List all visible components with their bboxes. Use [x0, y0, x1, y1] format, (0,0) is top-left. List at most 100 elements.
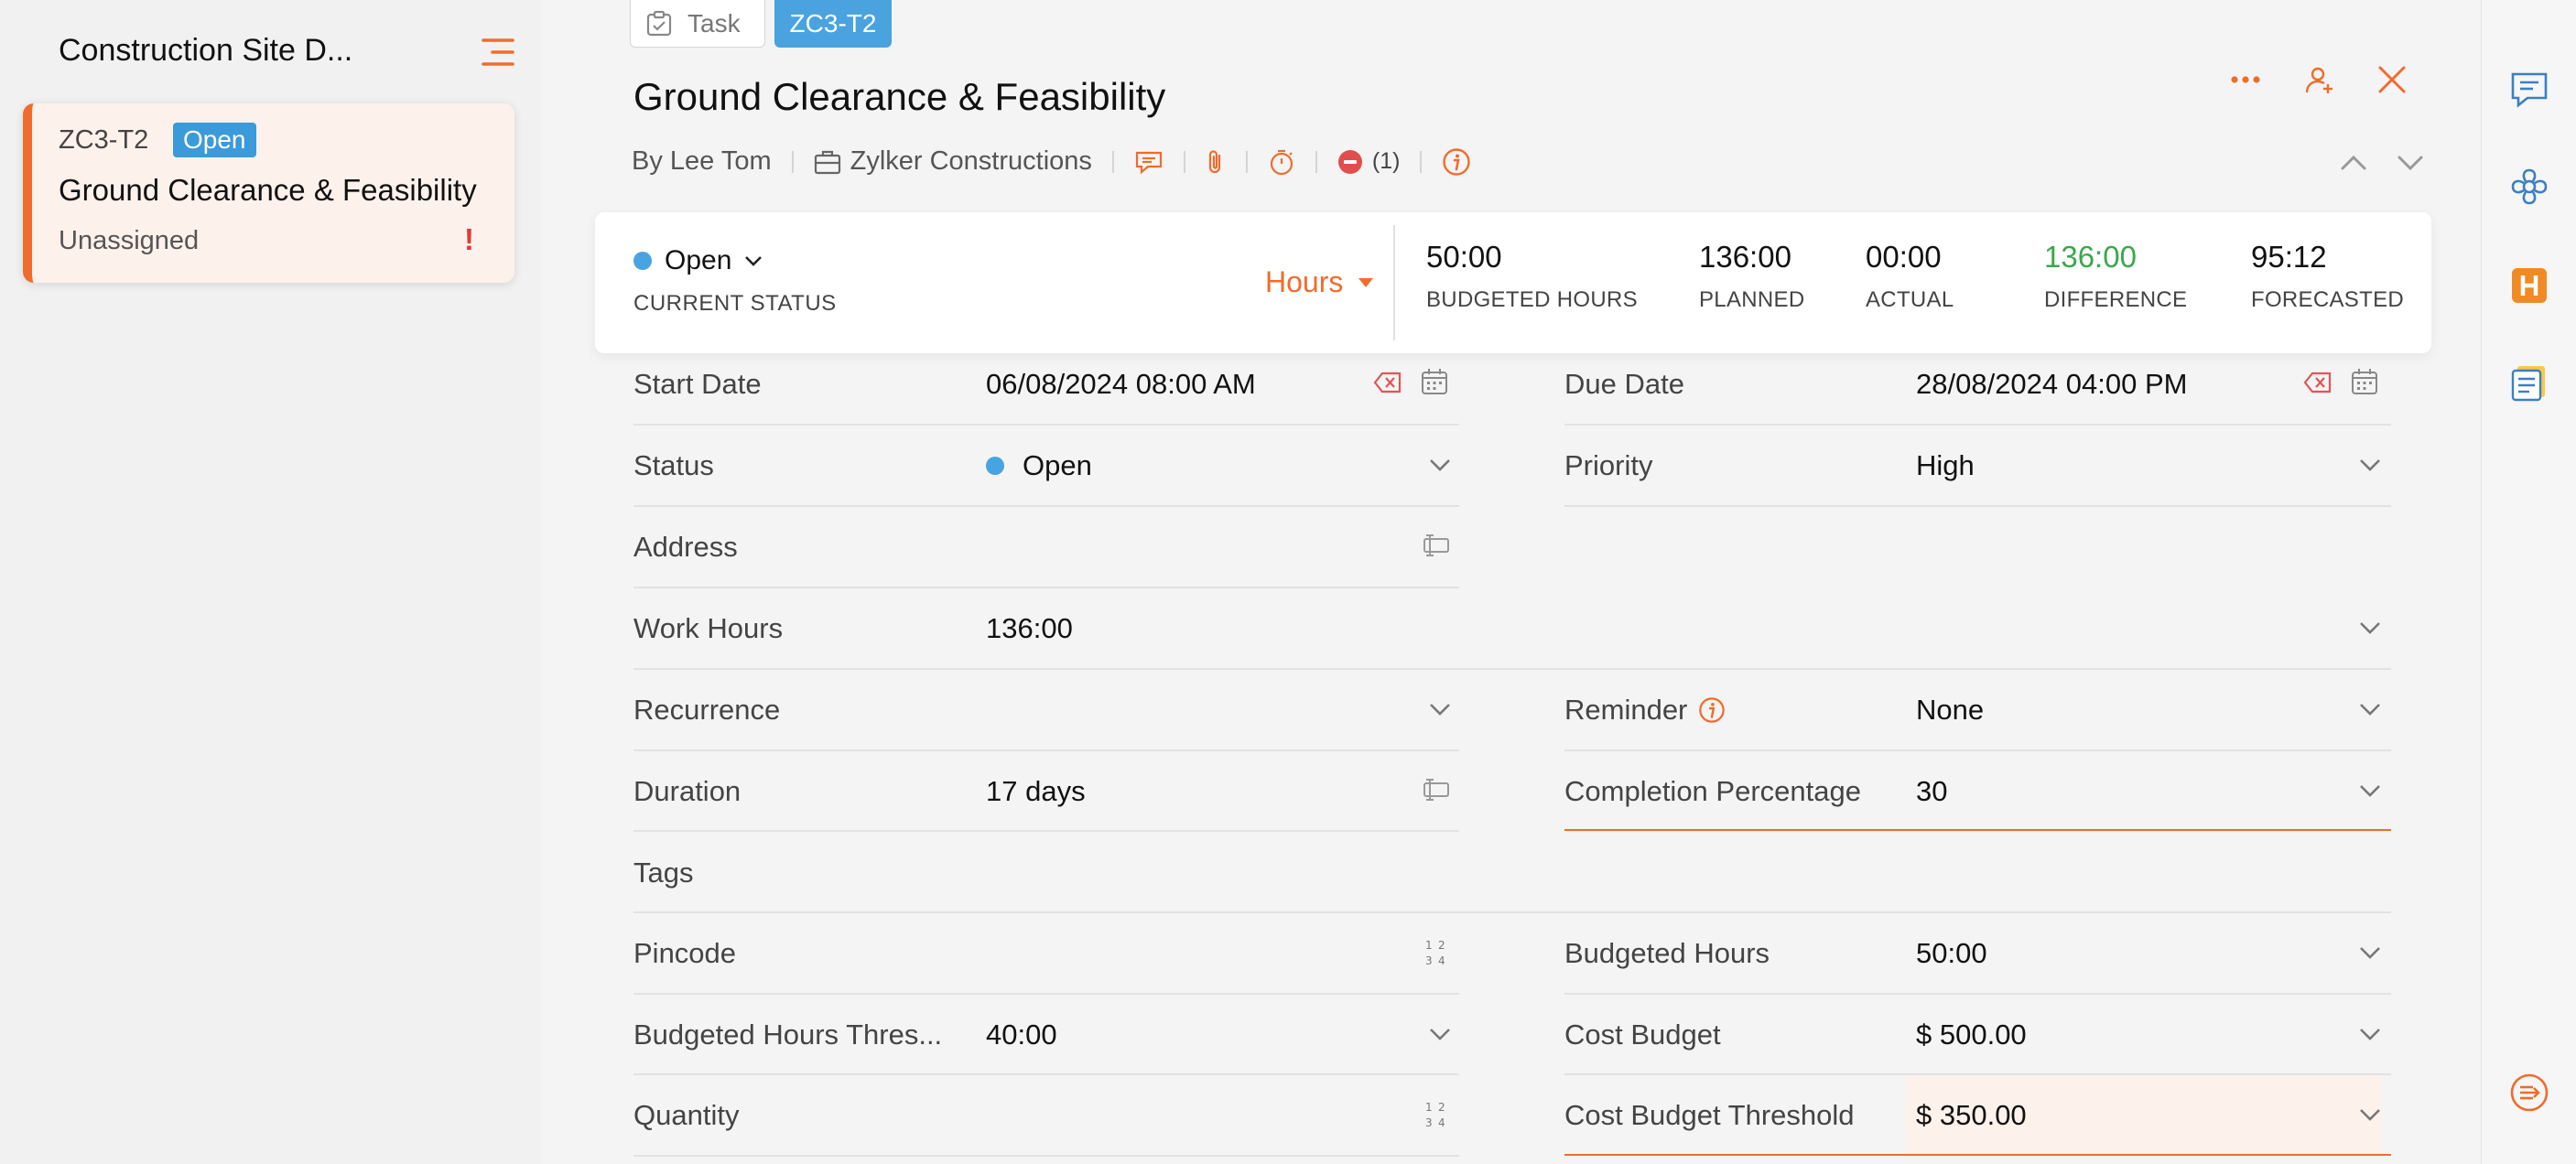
- page-title[interactable]: Ground Clearance & Feasibility: [633, 75, 1165, 119]
- pincode-label: Pincode: [633, 937, 737, 969]
- chevron-down-icon[interactable]: [2358, 620, 2382, 635]
- task-code: ZC3-T2: [59, 125, 149, 155]
- reminder-field[interactable]: None: [1916, 694, 1984, 727]
- chevron-down-icon[interactable]: [2397, 152, 2424, 174]
- status-label: Status: [633, 449, 714, 481]
- divider: [1315, 150, 1317, 173]
- divider: [791, 150, 794, 173]
- active-field-underline: [1564, 1154, 2391, 1156]
- text-field-icon: [1421, 777, 1450, 806]
- divider: [1393, 225, 1395, 340]
- due-date-label: Due Date: [1564, 368, 1684, 400]
- metric-label: BUDGETED HOURS: [1426, 287, 1638, 312]
- duration-label: Duration: [633, 775, 741, 807]
- chevron-down-icon[interactable]: [2358, 702, 2382, 717]
- cost-threshold-field[interactable]: $ 350.00: [1916, 1099, 2027, 1132]
- collapse-panel-icon[interactable]: [2509, 1072, 2549, 1113]
- budgeted-hours-label: Budgeted Hours: [1564, 937, 1770, 969]
- attachment-icon[interactable]: [1206, 148, 1226, 176]
- start-date-label: Start Date: [633, 368, 762, 400]
- task-list-item[interactable]: ZC3-T2 Open Ground Clearance & Feasibili…: [23, 103, 514, 283]
- task-meta-bar: By Lee Tom Zylker Constructions (1): [632, 146, 1471, 177]
- chevron-up-icon[interactable]: [2340, 152, 2367, 174]
- quantity-label: Quantity: [633, 1099, 740, 1131]
- work-hours-label: Work Hours: [633, 612, 784, 644]
- chevron-down-icon[interactable]: [2358, 783, 2382, 798]
- current-status-dropdown[interactable]: Open: [633, 245, 763, 276]
- cost-budget-field[interactable]: $ 500.00: [1916, 1018, 2027, 1051]
- chevron-down-icon[interactable]: [2358, 945, 2382, 960]
- status-dot: [633, 252, 652, 270]
- divider: [1245, 150, 1248, 173]
- divider: [1564, 424, 2391, 426]
- budgeted-threshold-label: Budgeted Hours Thres...: [633, 1018, 943, 1051]
- divider: [1564, 749, 2391, 751]
- task-icon: [645, 10, 673, 38]
- tab-task[interactable]: Task: [630, 0, 765, 48]
- notes-icon[interactable]: [2509, 362, 2549, 403]
- chevron-down-icon[interactable]: [2358, 1107, 2382, 1122]
- start-date-field[interactable]: 06/08/2024 08:00 AM: [986, 368, 1256, 401]
- divider: [633, 1155, 1459, 1157]
- budgeted-threshold-field[interactable]: 40:00: [986, 1018, 1057, 1051]
- status-dot: [986, 457, 1004, 475]
- comment-icon[interactable]: [1134, 149, 1164, 175]
- info-icon[interactable]: [1442, 147, 1471, 177]
- metric-value: 136:00: [2044, 240, 2137, 274]
- metric-planned: 136:00 PLANNED: [1699, 240, 1804, 313]
- work-hours-field[interactable]: 136:00: [986, 612, 1073, 645]
- chevron-down-icon[interactable]: [2358, 458, 2382, 472]
- chevron-down-icon[interactable]: [1428, 458, 1452, 472]
- divider: [1564, 505, 2391, 507]
- recurrence-field[interactable]: [986, 694, 1389, 727]
- clear-icon[interactable]: [1373, 370, 1402, 399]
- svg-text:3: 3: [1425, 1116, 1433, 1129]
- unit-label: Hours: [1265, 265, 1344, 298]
- text-field-icon: [1421, 533, 1450, 562]
- chevron-down-icon[interactable]: [1428, 1027, 1452, 1041]
- clear-icon[interactable]: [2303, 370, 2332, 399]
- priority-label: Priority: [1564, 449, 1653, 481]
- chevron-down-icon[interactable]: [1428, 702, 1452, 717]
- status-field[interactable]: Open: [986, 449, 1092, 482]
- info-icon[interactable]: [1698, 696, 1726, 724]
- chat-icon[interactable]: [2509, 70, 2549, 110]
- calendar-icon[interactable]: [1421, 368, 1450, 397]
- created-by[interactable]: By Lee Tom: [632, 146, 772, 177]
- assign-user-icon[interactable]: [2303, 64, 2334, 95]
- integration-icon[interactable]: [2509, 167, 2549, 207]
- menu-icon[interactable]: [482, 37, 514, 68]
- project-title[interactable]: Construction Site D...: [59, 33, 352, 69]
- duration-field[interactable]: 17 days: [986, 775, 1086, 808]
- tab-task-code[interactable]: ZC3-T2: [774, 0, 892, 48]
- briefcase-icon: [814, 150, 840, 174]
- more-icon[interactable]: [2230, 64, 2261, 95]
- svg-text:2: 2: [1438, 939, 1445, 952]
- divider: [633, 993, 1459, 995]
- status-badge: Open: [173, 123, 256, 157]
- assignee-text: Unassigned: [59, 226, 200, 255]
- priority-field[interactable]: High: [1916, 449, 1975, 482]
- svg-text:3: 3: [1425, 954, 1433, 967]
- divider: [633, 1073, 1459, 1075]
- completion-field[interactable]: 30: [1916, 775, 1947, 808]
- reminder-label: Reminder: [1564, 694, 1688, 726]
- unit-selector[interactable]: Hours: [1265, 265, 1374, 299]
- tags-field[interactable]: [986, 857, 2359, 889]
- divider: [633, 911, 2391, 913]
- pincode-field[interactable]: [986, 937, 1389, 970]
- chevron-down-icon[interactable]: [2358, 1027, 2382, 1041]
- budgeted-hours-field[interactable]: 50:00: [1916, 937, 1987, 970]
- reminder-label-group: Reminder: [1564, 694, 1726, 727]
- close-icon[interactable]: [2376, 64, 2408, 95]
- calendar-icon[interactable]: [2351, 368, 2380, 397]
- due-date-field[interactable]: 28/08/2024 04:00 PM: [1916, 368, 2187, 401]
- blocker-indicator[interactable]: (1): [1337, 148, 1400, 175]
- address-field[interactable]: [986, 531, 1389, 564]
- hours-icon[interactable]: [2509, 265, 2549, 306]
- timer-icon[interactable]: [1268, 148, 1295, 176]
- quantity-field[interactable]: [986, 1099, 1389, 1132]
- priority-alert-icon: !: [464, 222, 474, 256]
- blocker-icon: [1337, 149, 1362, 174]
- project-link[interactable]: Zylker Constructions: [814, 146, 1092, 177]
